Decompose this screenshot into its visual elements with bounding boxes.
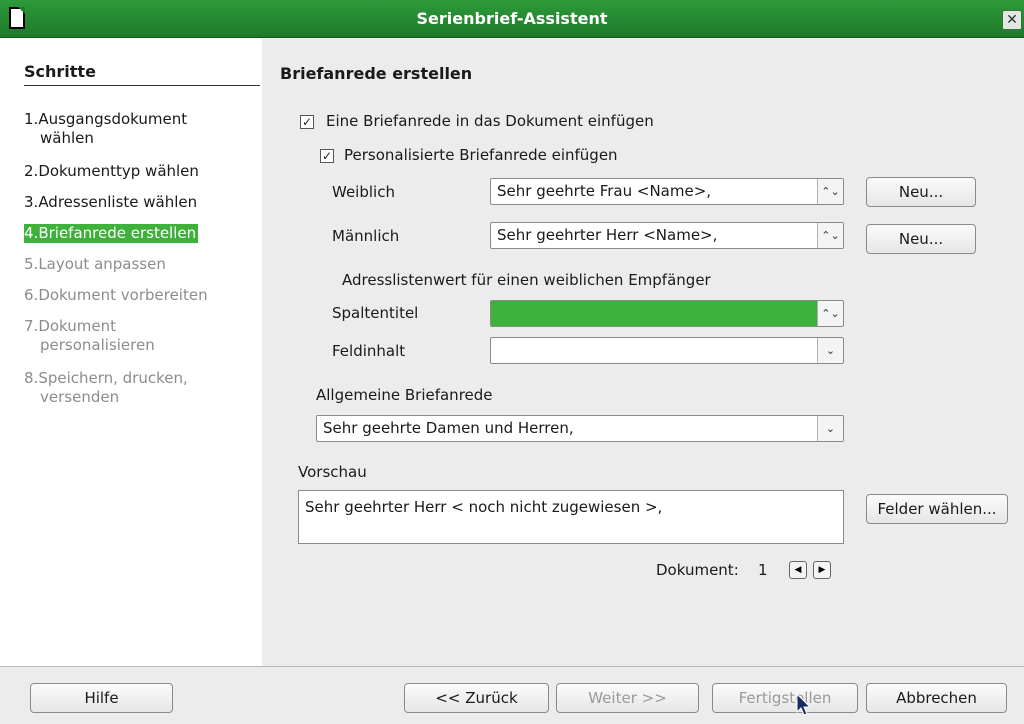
chevron-down-icon[interactable]: ⌄ [817, 338, 843, 363]
female-salutation-combo[interactable]: Sehr geehrte Frau <Name>, ⌃⌄ [490, 178, 844, 205]
insert-salutation-checkbox[interactable]: ✓ [300, 115, 314, 129]
content-panel: Briefanrede erstellen ✓ Eine Briefanrede… [262, 38, 1024, 666]
column-title-combo[interactable]: ⌃⌄ [490, 300, 844, 327]
insert-salutation-label: Eine Briefanrede in das Dokument einfüge… [326, 112, 654, 130]
female-salutation-value: Sehr geehrte Frau <Name>, [497, 182, 712, 200]
page-title: Briefanrede erstellen [280, 64, 473, 83]
document-label: Dokument: [656, 561, 739, 579]
field-content-combo[interactable]: ⌄ [490, 337, 844, 364]
step-label: Dokument vorbereiten [38, 286, 208, 304]
general-salutation-value: Sehr geehrte Damen und Herren, [323, 419, 574, 437]
field-content-label: Feldinhalt [332, 342, 406, 360]
step-number: 4. [24, 224, 39, 242]
personalized-label: Personalisierte Briefanrede einfügen [344, 146, 618, 164]
title-bar: Serienbrief-Assistent ✕ [0, 0, 1024, 38]
finish-button: Fertigstellen [712, 683, 858, 713]
address-section-label: Adresslistenwert für einen weiblichen Em… [342, 271, 711, 289]
step-1[interactable]: 1.Ausgangsdokument wählen [24, 110, 252, 148]
step-label: Speichern, drucken, [38, 369, 188, 387]
steps-title: Schritte [24, 62, 260, 86]
up-down-icon[interactable]: ⌃⌄ [817, 301, 843, 326]
chevron-down-icon[interactable]: ⌄ [817, 416, 843, 441]
step-label: Adressenliste wählen [38, 193, 198, 211]
step-3[interactable]: 3.Adressenliste wählen [24, 193, 252, 212]
previous-document-button[interactable]: ◀ [789, 561, 807, 579]
step-4-active[interactable]: 4.Briefanrede erstellen [24, 224, 199, 243]
triangle-right-icon: ▶ [818, 565, 826, 575]
mouse-pointer-icon [796, 693, 812, 716]
step-number: 8. [24, 369, 39, 387]
step-number: 2. [24, 162, 39, 180]
female-label: Weiblich [332, 183, 395, 201]
window-title: Serienbrief-Assistent [416, 9, 608, 28]
checkmark-icon: ✓ [301, 115, 313, 129]
preview-text: Sehr geehrter Herr < noch nicht zugewies… [305, 498, 663, 516]
next-button: Weiter >> [556, 683, 699, 713]
male-new-button[interactable]: Neu... [866, 224, 976, 254]
step-6: 6.Dokument vorbereiten [24, 286, 252, 305]
general-salutation-combo[interactable]: Sehr geehrte Damen und Herren, ⌄ [316, 415, 844, 442]
up-down-icon[interactable]: ⌃⌄ [817, 179, 843, 204]
steps-panel: Schritte 1.Ausgangsdokument wählen 2.Dok… [0, 38, 262, 666]
male-label: Männlich [332, 227, 400, 245]
step-label-line2: versenden [40, 388, 120, 406]
button-bar: Hilfe << Zurück Weiter >> Fertigstellen … [0, 666, 1024, 724]
up-down-icon[interactable]: ⌃⌄ [817, 223, 843, 248]
male-salutation-value: Sehr geehrter Herr <Name>, [497, 226, 718, 244]
checkmark-icon: ✓ [321, 149, 333, 163]
back-button[interactable]: << Zurück [404, 683, 549, 713]
step-label: Briefanrede erstellen [38, 224, 197, 242]
male-salutation-combo[interactable]: Sehr geehrter Herr <Name>, ⌃⌄ [490, 222, 844, 249]
cancel-button[interactable]: Abbrechen [866, 683, 1007, 713]
step-number: 3. [24, 193, 39, 211]
female-new-button[interactable]: Neu... [866, 177, 976, 207]
close-icon: ✕ [1006, 12, 1018, 28]
preview-label: Vorschau [298, 463, 367, 481]
step-label: Ausgangsdokument [38, 110, 188, 128]
step-number: 6. [24, 286, 39, 304]
step-number: 7. [24, 317, 39, 335]
step-label-line2: personalisieren [40, 336, 155, 354]
select-fields-button[interactable]: Felder wählen... [866, 494, 1008, 524]
preview-box: Sehr geehrter Herr < noch nicht zugewies… [298, 490, 844, 544]
step-number: 5. [24, 255, 39, 273]
personalized-checkbox[interactable]: ✓ [320, 149, 334, 163]
step-8: 8.Speichern, drucken, versenden [24, 369, 252, 407]
help-button[interactable]: Hilfe [30, 683, 173, 713]
step-label: Dokumenttyp wählen [38, 162, 199, 180]
step-7: 7.Dokument personalisieren [24, 317, 252, 355]
step-number: 1. [24, 110, 39, 128]
triangle-left-icon: ◀ [794, 565, 802, 575]
close-button[interactable]: ✕ [1002, 10, 1022, 30]
next-document-button[interactable]: ▶ [813, 561, 831, 579]
step-label: Layout anpassen [38, 255, 166, 273]
document-number: 1 [758, 561, 768, 579]
step-label-line2: wählen [40, 129, 94, 147]
column-title-label: Spaltentitel [332, 304, 419, 322]
step-2[interactable]: 2.Dokumenttyp wählen [24, 162, 252, 181]
step-label: Dokument [38, 317, 117, 335]
step-5: 5.Layout anpassen [24, 255, 252, 274]
general-salutation-label: Allgemeine Briefanrede [316, 386, 493, 404]
